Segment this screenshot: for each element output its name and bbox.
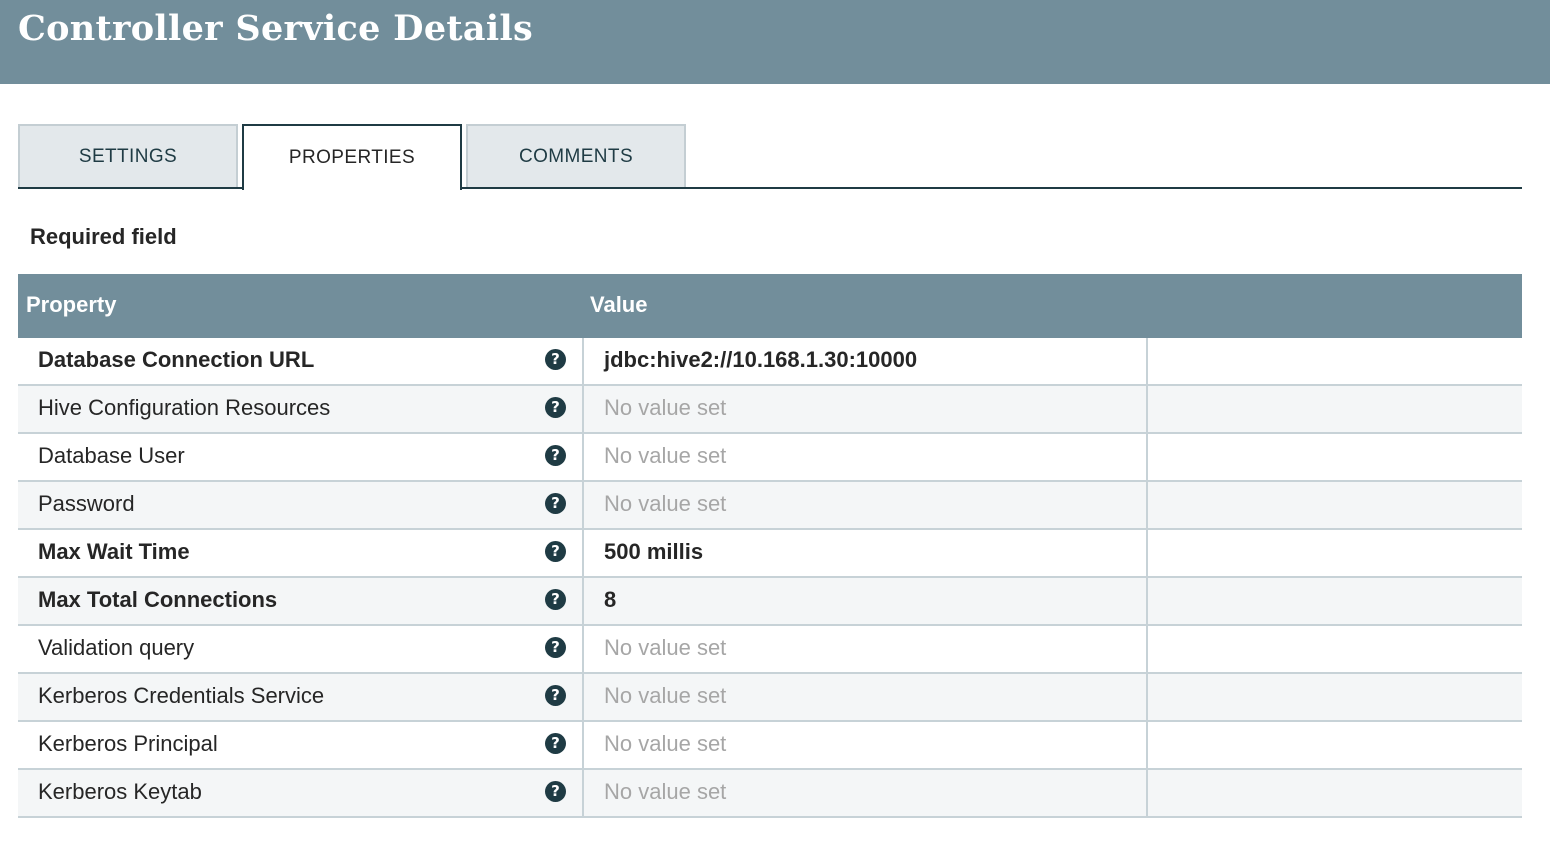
table-row[interactable]: Max Wait Time? 500 millis	[18, 530, 1522, 578]
column-divider	[582, 770, 584, 816]
property-value[interactable]: jdbc:hive2://10.168.1.30:10000	[604, 347, 917, 373]
question-circle-icon[interactable]: ?	[545, 685, 566, 706]
column-divider	[1146, 482, 1148, 528]
property-value[interactable]: No value set	[604, 635, 726, 661]
property-value[interactable]: No value set	[604, 779, 726, 805]
required-field-legend: Required field	[30, 224, 177, 249]
property-value[interactable]: 500 millis	[604, 539, 703, 565]
column-divider	[1146, 722, 1148, 768]
property-name: Kerberos Credentials Service	[38, 683, 325, 708]
column-divider	[1146, 770, 1148, 816]
column-divider	[1146, 530, 1148, 576]
properties-table: Property Value Database Connection URL? j…	[18, 274, 1522, 818]
column-divider	[582, 482, 584, 528]
property-name: Database User	[38, 443, 185, 468]
property-name: Kerberos Principal	[38, 731, 218, 756]
question-circle-icon[interactable]: ?	[545, 589, 566, 610]
property-value[interactable]: No value set	[604, 443, 726, 469]
property-name: Max Total Connections	[38, 587, 278, 612]
column-header-value[interactable]: Value	[590, 292, 647, 318]
property-name: Max Wait Time	[38, 539, 190, 564]
column-divider	[582, 530, 584, 576]
column-header-property[interactable]: Property	[26, 292, 116, 318]
dialog-title: Controller Service Details	[18, 8, 534, 49]
property-value[interactable]: No value set	[604, 491, 726, 517]
question-circle-icon[interactable]: ?	[545, 349, 566, 370]
column-divider	[582, 386, 584, 432]
table-row[interactable]: Password? No value set	[18, 482, 1522, 530]
tab-bar: SETTINGS PROPERTIES COMMENTS	[18, 124, 1522, 190]
question-circle-icon[interactable]: ?	[545, 733, 566, 754]
column-divider	[1146, 386, 1148, 432]
question-circle-icon[interactable]: ?	[545, 445, 566, 466]
table-header: Property Value	[18, 274, 1522, 338]
table-row[interactable]: Kerberos Keytab? No value set	[18, 770, 1522, 818]
column-divider	[582, 722, 584, 768]
table-row[interactable]: Database User? No value set	[18, 434, 1522, 482]
question-circle-icon[interactable]: ?	[545, 541, 566, 562]
tab-properties[interactable]: PROPERTIES	[242, 124, 462, 190]
column-divider	[1146, 626, 1148, 672]
column-divider	[582, 578, 584, 624]
column-divider	[1146, 338, 1148, 384]
table-row[interactable]: Hive Configuration Resources? No value se…	[18, 386, 1522, 434]
column-divider	[582, 674, 584, 720]
property-value[interactable]: No value set	[604, 731, 726, 757]
table-row[interactable]: Max Total Connections? 8	[18, 578, 1522, 626]
dialog-header: Controller Service Details	[0, 0, 1550, 84]
tab-comments[interactable]: COMMENTS	[466, 124, 686, 187]
table-row[interactable]: Kerberos Principal? No value set	[18, 722, 1522, 770]
question-circle-icon[interactable]: ?	[545, 781, 566, 802]
question-circle-icon[interactable]: ?	[545, 397, 566, 418]
table-row[interactable]: Kerberos Credentials Service? No value se…	[18, 674, 1522, 722]
column-divider	[1146, 434, 1148, 480]
property-name: Database Connection URL	[38, 347, 315, 372]
property-name: Password	[38, 491, 135, 516]
question-circle-icon[interactable]: ?	[545, 637, 566, 658]
table-row[interactable]: Validation query? No value set	[18, 626, 1522, 674]
property-name: Validation query	[38, 635, 195, 660]
question-circle-icon[interactable]: ?	[545, 493, 566, 514]
column-divider	[1146, 674, 1148, 720]
table-row[interactable]: Database Connection URL? jdbc:hive2://10.…	[18, 338, 1522, 386]
column-divider	[582, 434, 584, 480]
column-divider	[582, 626, 584, 672]
column-divider	[1146, 578, 1148, 624]
property-value[interactable]: No value set	[604, 395, 726, 421]
property-name: Hive Configuration Resources	[38, 395, 331, 420]
property-value[interactable]: 8	[604, 587, 616, 613]
column-divider	[582, 338, 584, 384]
tab-settings[interactable]: SETTINGS	[18, 124, 238, 187]
property-value[interactable]: No value set	[604, 683, 726, 709]
property-name: Kerberos Keytab	[38, 779, 202, 804]
